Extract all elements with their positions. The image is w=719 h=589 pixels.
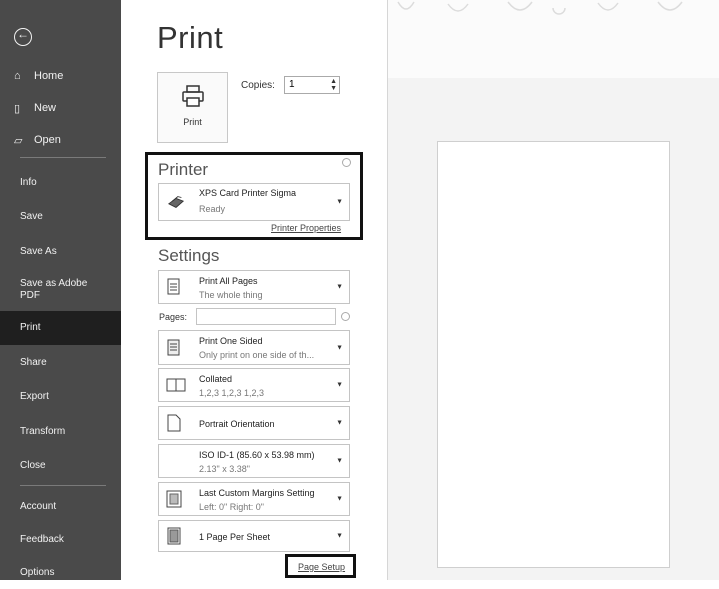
nav-item-label: Home (34, 70, 64, 82)
copies-value: 1 (289, 79, 295, 90)
pages-input[interactable] (196, 308, 336, 325)
nav-item-label: Print (20, 322, 41, 334)
nav-bottom-group: Account Feedback Options (0, 490, 121, 589)
nav-item-label: Save As (20, 245, 57, 257)
back-arrow-icon[interactable] (14, 27, 32, 46)
pages-per-sheet-select[interactable]: 1 Page Per Sheet ▼ (158, 520, 350, 552)
option-subtitle: 2.13" x 3.38" (199, 464, 250, 474)
option-title: 1 Page Per Sheet (199, 532, 271, 542)
nav-item-export[interactable]: Export (0, 380, 121, 415)
nav-item-label: Share (20, 356, 47, 368)
option-subtitle: Only print on one side of th... (199, 350, 315, 360)
nav-item-open[interactable]: ▱ Open (0, 124, 121, 156)
option-title: Last Custom Margins Setting (199, 488, 315, 498)
nav-top-group: ⌂ Home ▯ New ▱ Open (0, 60, 121, 156)
new-document-icon: ▯ (14, 102, 21, 115)
settings-heading: Settings (158, 246, 220, 265)
option-subtitle: Left: 0" Right: 0" (199, 502, 264, 512)
sides-select[interactable]: Print One Sided Only print on one side o… (158, 330, 350, 365)
paper-size-select[interactable]: ISO ID-1 (85.60 x 53.98 mm) 2.13" x 3.38… (158, 444, 350, 478)
margins-icon (166, 490, 182, 508)
nav-item-close[interactable]: Close (0, 449, 121, 484)
nav-item-label: Options (20, 567, 55, 578)
page-per-sheet-icon (167, 527, 181, 545)
highlight-frame-printer (145, 152, 363, 240)
nav-item-label: Feedback (20, 534, 64, 545)
print-button-label: Print (183, 117, 202, 127)
nav-item-label: Account (20, 501, 57, 512)
print-button[interactable]: Print (157, 72, 228, 143)
backstage-sidebar: ⌂ Home ▯ New ▱ Open Info Save Save As Sa… (0, 0, 121, 580)
copies-label: Copies: (241, 80, 275, 91)
nav-item-label: New (34, 102, 57, 114)
pages-icon (167, 278, 180, 295)
option-title: Print All Pages (199, 276, 258, 286)
nav-item-save[interactable]: Save (0, 200, 121, 235)
orientation-select[interactable]: Portrait Orientation ▼ (158, 406, 350, 440)
nav-item-label: Close (20, 460, 46, 472)
nav-item-print[interactable]: Print (0, 310, 121, 345)
nav-item-home[interactable]: ⌂ Home (0, 60, 121, 92)
nav-item-label: Save (20, 211, 43, 223)
one-sided-icon (167, 339, 180, 355)
dropdown-arrow-icon: ▼ (336, 381, 343, 389)
dropdown-arrow-icon: ▼ (336, 419, 343, 427)
nav-divider (20, 157, 106, 158)
option-title: ISO ID-1 (85.60 x 53.98 mm) (199, 450, 315, 460)
nav-item-info[interactable]: Info (0, 165, 121, 200)
nav-item-save-as-pdf[interactable]: Save as Adobe PDF (0, 269, 121, 311)
highlight-frame-page-setup (285, 554, 356, 578)
portrait-orientation-icon (167, 414, 181, 432)
print-range-select[interactable]: Print All Pages The whole thing ▼ (158, 270, 350, 304)
nav-item-save-as[interactable]: Save As (0, 234, 121, 269)
option-title: Collated (199, 374, 233, 384)
printer-icon (181, 85, 204, 107)
nav-item-account[interactable]: Account (0, 490, 121, 523)
nav-item-label: Info (20, 176, 37, 188)
home-icon: ⌂ (14, 70, 21, 82)
collation-select[interactable]: Collated 1,2,3 1,2,3 1,2,3 ▼ (158, 368, 350, 402)
margins-select[interactable]: Last Custom Margins Setting Left: 0" Rig… (158, 482, 350, 516)
dropdown-arrow-icon: ▼ (336, 283, 343, 291)
nav-item-share[interactable]: Share (0, 345, 121, 380)
nav-item-label: Export (20, 391, 49, 403)
dropdown-arrow-icon: ▼ (336, 495, 343, 503)
info-icon[interactable] (341, 312, 350, 321)
nav-mid-group: Info Save Save As Save as Adobe PDF Prin… (0, 165, 121, 483)
dropdown-arrow-icon: ▼ (336, 344, 343, 351)
pages-label: Pages: (159, 312, 188, 322)
option-title: Portrait Orientation (199, 419, 275, 429)
nav-item-feedback[interactable]: Feedback (0, 523, 121, 556)
nav-item-label: Transform (20, 425, 66, 437)
preview-page (437, 141, 670, 568)
option-subtitle: The whole thing (199, 290, 263, 300)
collated-icon (166, 378, 186, 392)
folder-open-icon: ▱ (14, 134, 23, 147)
dropdown-arrow-icon: ▼ (336, 532, 343, 540)
nav-item-new[interactable]: ▯ New (0, 92, 121, 124)
dropdown-arrow-icon: ▼ (336, 457, 343, 465)
nav-item-label: Save as Adobe PDF (20, 277, 88, 301)
copies-stepper[interactable]: 1 ▲ ▼ (284, 76, 340, 94)
option-title: Print One Sided (199, 336, 263, 346)
page-title: Print (157, 20, 224, 55)
nav-item-label: Open (34, 134, 61, 146)
option-subtitle: 1,2,3 1,2,3 1,2,3 (199, 388, 265, 398)
spin-arrows-icon[interactable]: ▲ ▼ (330, 78, 337, 92)
nav-item-options[interactable]: Options (0, 556, 121, 589)
decorative-swirl-pattern (388, 0, 719, 20)
nav-divider (20, 485, 106, 486)
nav-item-transform[interactable]: Transform (0, 414, 121, 449)
